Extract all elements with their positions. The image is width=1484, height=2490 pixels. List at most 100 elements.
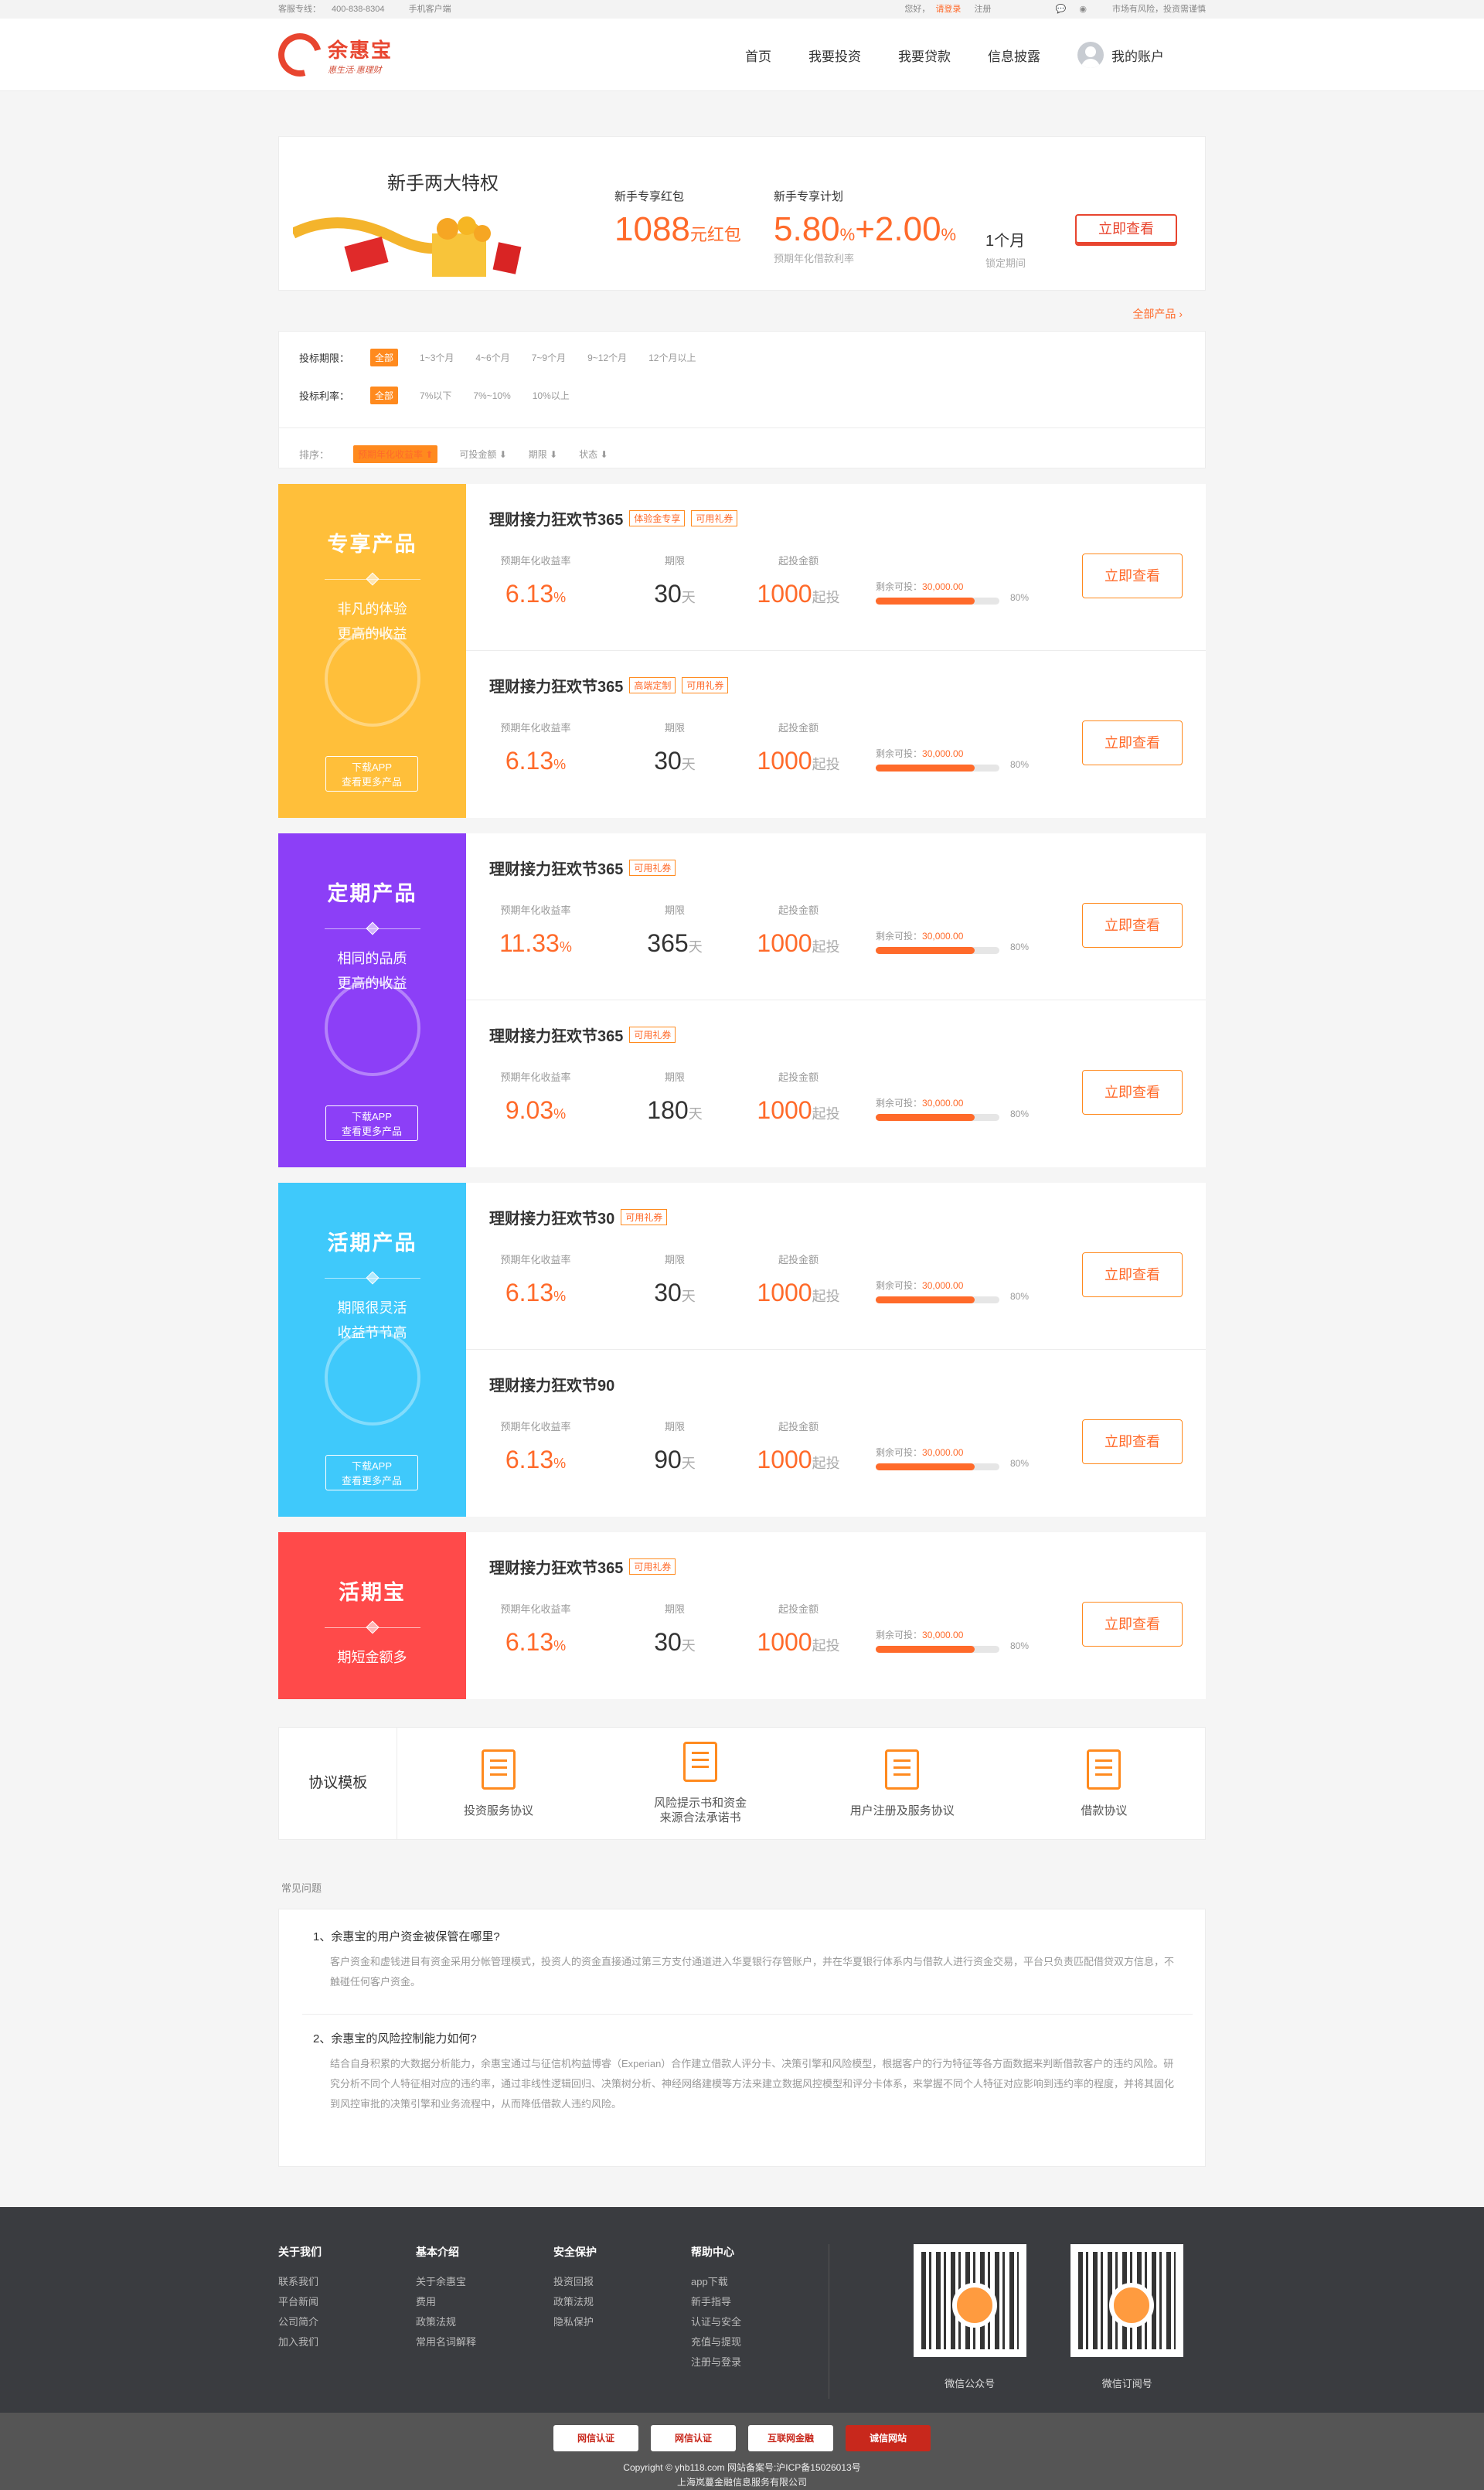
sort-period[interactable]: 期限 ⬇ [529,448,557,461]
sort-amount[interactable]: 可投金额 ⬇ [459,448,506,461]
trust-badge[interactable]: 网信认证 [553,2425,638,2451]
footer-link[interactable]: 费用 [416,2292,553,2312]
download-app-button[interactable]: 下载APP 查看更多产品 [325,756,418,792]
view-product-button[interactable]: 立即查看 [1082,1070,1183,1115]
footer-link[interactable]: 注册与登录 [691,2352,829,2372]
view-product-button[interactable]: 立即查看 [1082,720,1183,765]
red-packet-value: 1088元红包 [614,210,741,248]
faq-question[interactable]: 2、余惠宝的风险控制能力如何? [313,2030,1182,2046]
agreement-invest-service[interactable]: 投资服务协议 [397,1749,599,1818]
view-product-button[interactable]: 立即查看 [1082,903,1183,948]
period-option[interactable]: 7~9个月 [532,351,566,364]
product-title[interactable]: 理财接力狂欢节30 [489,1206,614,1228]
footer-link[interactable]: 平台新闻 [278,2292,416,2312]
all-products-link[interactable]: 全部产品 › [278,306,1183,322]
sort-bar: 排序： 预期年化收益率 ⬆ 可投金额 ⬇ 期限 ⬇ 状态 ⬇ [279,427,1205,463]
product-min-amount: 1000起投 [757,747,840,775]
faq-panel: 1、余惠宝的用户资金被保管在哪里? 客户资金和虚钱进目有资金采用分帐管理模式，投… [278,1909,1206,2167]
qr-official-account: 微信公众号 [891,2244,1049,2399]
trust-badge[interactable]: 网信认证 [651,2425,736,2451]
nav-invest[interactable]: 我要投资 [808,46,861,65]
footer-link[interactable]: 认证与安全 [691,2312,829,2332]
product-title[interactable]: 理财接力狂欢节365 [489,857,623,879]
nav-home[interactable]: 首页 [745,46,771,65]
agreement-risk-notice[interactable]: 风险提示书和资金 来源合法承诺书 [600,1742,802,1825]
product-title[interactable]: 理财接力狂欢节365 [489,507,623,530]
nav-disclosure[interactable]: 信息披露 [988,46,1040,65]
progress-bar [876,1646,999,1653]
period-option[interactable]: 1~3个月 [420,351,454,364]
footer-link[interactable]: 关于余惠宝 [416,2272,553,2292]
login-link[interactable]: 请登录 [935,5,961,14]
product-rate: 6.13% [505,1628,567,1656]
view-product-button[interactable]: 立即查看 [1082,1252,1183,1297]
footer-link[interactable]: 联系我们 [278,2272,416,2292]
group-banner: 活期宝 期短金额多 [278,1532,466,1699]
period-option[interactable]: 全部 [370,349,399,366]
product-rate: 6.13% [505,1279,567,1306]
nav-account[interactable]: 我的账户 [1077,42,1164,68]
product-title[interactable]: 理财接力狂欢节90 [489,1373,614,1395]
footer-link[interactable]: 政策法规 [416,2312,553,2332]
download-app-button[interactable]: 下载APP 查看更多产品 [325,1105,418,1141]
faq-question[interactable]: 1、余惠宝的用户资金被保管在哪里? [313,1928,1182,1944]
footer-link[interactable]: 常用名词解释 [416,2332,553,2352]
product-progress: 剩余可投：30,000.00 80% [876,1447,1030,1470]
product-period: 30天 [654,1279,696,1306]
newbie-promo: 新手两大特权 新手专享红包 1088元红包 新手专享计划 5.80%+2.00%… [278,136,1206,291]
sort-rate[interactable]: 预期年化收益率 ⬆ [353,445,438,463]
product-progress: 剩余可投：30,000.00 80% [876,748,1030,772]
agreement-loan[interactable]: 借款协议 [1003,1749,1205,1818]
chat-icon[interactable]: 💬 [1056,5,1067,14]
avatar-icon [1077,42,1104,68]
rate-option[interactable]: 7%以下 [420,389,451,402]
nav-loan[interactable]: 我要贷款 [898,46,951,65]
register-link[interactable]: 注册 [975,5,992,14]
view-product-button[interactable]: 立即查看 [1082,1419,1183,1464]
rate-option[interactable]: 10%以上 [533,389,570,402]
trust-badge[interactable]: 互联网金融 [748,2425,833,2451]
footer-link[interactable]: 加入我们 [278,2332,416,2352]
product-item: 理财接力狂欢节90 预期年化收益率 6.13% 期限 90天 起投金额 1000起投 … [466,1350,1206,1517]
product-title[interactable]: 理财接力狂欢节365 [489,1555,623,1578]
product-progress: 剩余可投：30,000.00 80% [876,1630,1030,1653]
sort-status[interactable]: 状态 ⬇ [579,448,608,461]
weibo-icon[interactable]: ◉ [1079,5,1087,14]
product-tag: 可用礼券 [691,510,738,526]
product-progress: 剩余可投：30,000.00 80% [876,1280,1030,1303]
faq-title: 常见问题 [281,1882,322,1894]
rate-option[interactable]: 全部 [370,387,399,404]
period-option[interactable]: 4~6个月 [475,351,509,364]
period-option[interactable]: 12个月以上 [648,351,696,364]
group-watermark-icon [325,631,420,727]
footer-link[interactable]: 充值与提现 [691,2332,829,2352]
product-title[interactable]: 理财接力狂欢节365 [489,674,623,697]
mobile-client-link[interactable]: 手机客户端 [409,5,451,14]
footer-link[interactable]: app下载 [691,2272,829,2292]
product-rate: 11.33% [499,929,572,957]
product-item: 理财接力狂欢节30 可用礼券 预期年化收益率 6.13% 期限 30天 起投金额 100… [466,1183,1206,1350]
footer-link[interactable]: 新手指导 [691,2292,829,2312]
agreement-templates: 协议模板 投资服务协议 风险提示书和资金 来源合法承诺书 用户注册及服务协议 借… [278,1727,1206,1840]
footer-link[interactable]: 隐私保护 [553,2312,691,2332]
red-packet-block: 新手专享红包 1088元红包 [614,190,741,248]
footer-link[interactable]: 政策法规 [553,2292,691,2312]
agreement-user-register[interactable]: 用户注册及服务协议 [802,1749,1003,1818]
period-option[interactable]: 9~12个月 [587,351,627,364]
trust-badge[interactable]: 诚信网站 [846,2425,931,2451]
download-app-button[interactable]: 下载APP 查看更多产品 [325,1455,418,1490]
footer: 关于我们 联系我们 平台新闻 公司简介 加入我们 基本介绍 关于余惠宝 费用 政策法规 常用名词解… [0,2207,1484,2413]
document-icon [683,1742,718,1782]
logo[interactable]: 余惠宝 惠生活·惠理财 [270,25,433,85]
group-desc: 期短金额多 [337,1650,407,1665]
product-title[interactable]: 理财接力狂欢节365 [489,1024,623,1046]
footer-link[interactable]: 投资回报 [553,2272,691,2292]
footer-link[interactable]: 公司简介 [278,2312,416,2332]
progress-bar [876,598,999,605]
view-product-button[interactable]: 立即查看 [1082,554,1183,598]
promo-view-button[interactable]: 立即查看 [1075,214,1177,244]
product-period: 90天 [654,1446,696,1473]
rate-option[interactable]: 7%~10% [473,390,510,401]
footer-column: 安全保护 投资回报 政策法规 隐私保护 [553,2244,691,2399]
view-product-button[interactable]: 立即查看 [1082,1602,1183,1647]
